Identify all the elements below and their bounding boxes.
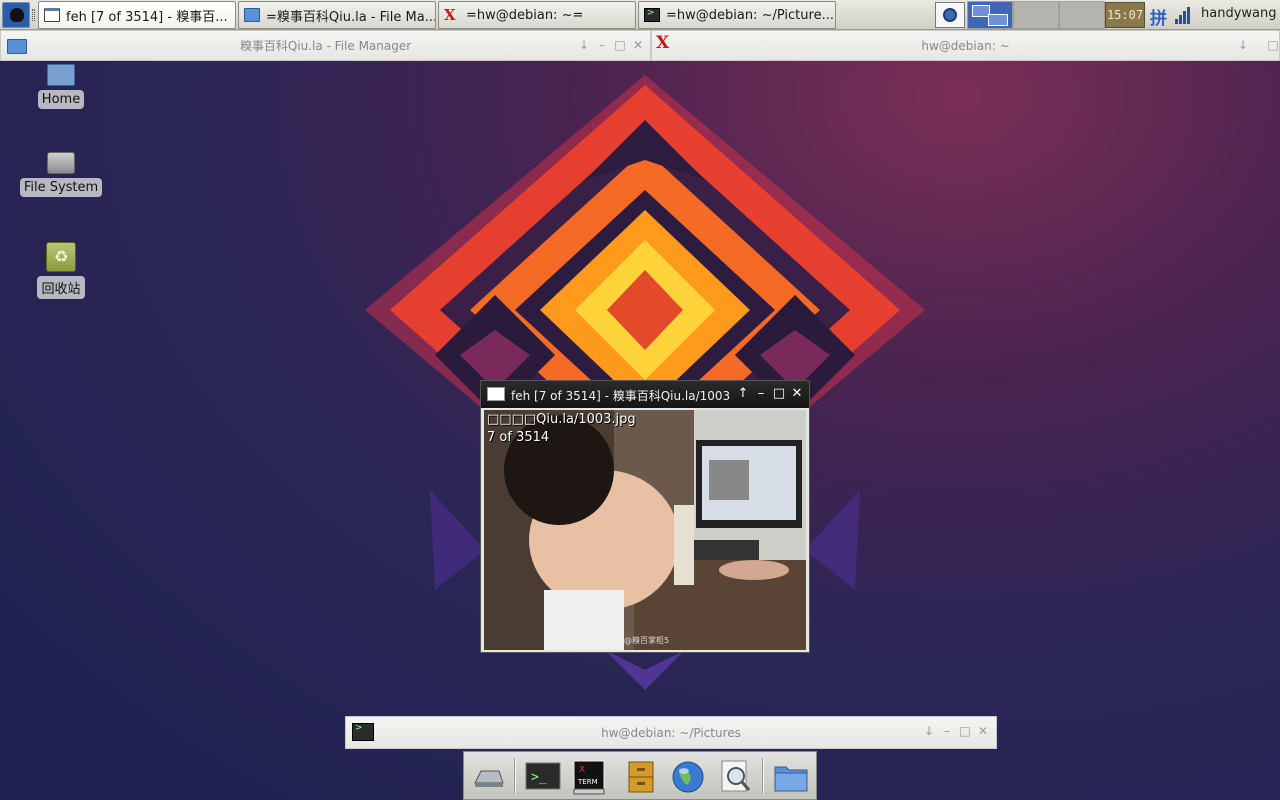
taskbar-item-terminal-pictures[interactable]: =hw@debian: ~/Picture... xyxy=(638,1,836,29)
top-panel: feh [7 of 3514] - 糗事百... =糗事百科Qiu.la - F… xyxy=(0,0,1280,30)
terminal-icon xyxy=(644,8,660,22)
minimize-button-icon[interactable]: – xyxy=(940,724,954,738)
taskbar-item-terminal-home[interactable]: X =hw@debian: ~= xyxy=(438,1,636,29)
terminal-home-titlebar[interactable]: X hw@debian: ~ ↓ □ xyxy=(651,30,1280,61)
desktop-icon-label: 回收站 xyxy=(37,276,85,299)
close-button-icon[interactable]: ✕ xyxy=(631,38,645,52)
file-cabinet-icon[interactable] xyxy=(621,759,659,795)
input-method-indicator[interactable]: 拼 xyxy=(1150,4,1167,29)
taskbar-item-label: feh [7 of 3514] - 糗事百... xyxy=(66,9,228,25)
taskbar-item-label: =糗事百科Qiu.la - File Ma... xyxy=(266,9,435,25)
photo-watermark: @糗百掌柜5 xyxy=(624,635,669,645)
feh-image[interactable]: @糗百掌柜5 □□□□Qiu.la/1003.jpg 7 of 3514 xyxy=(484,410,806,650)
window-title: hw@debian: ~ xyxy=(921,38,1010,53)
window-title: feh [7 of 3514] - 糗事百科Qiu.la/1003.jpg xyxy=(511,389,731,403)
window-title: 糗事百科Qiu.la - File Manager xyxy=(239,39,412,53)
clock[interactable]: 15:07 xyxy=(1105,2,1145,28)
dock-separator xyxy=(514,758,516,794)
desktop-icon-label: File System xyxy=(19,178,103,197)
desktop-icon-file-system[interactable]: File System xyxy=(16,152,106,197)
feh-counter-overlay: 7 of 3514 xyxy=(487,430,550,445)
terminal-icon[interactable]: >_ xyxy=(524,759,562,795)
show-desktop-button[interactable] xyxy=(935,2,965,28)
svg-text:X: X xyxy=(579,765,585,775)
workspace-2[interactable] xyxy=(1013,1,1059,29)
panel-handle[interactable] xyxy=(32,9,35,21)
feh-window[interactable]: feh [7 of 3514] - 糗事百科Qiu.la/1003.jpg ↑ … xyxy=(480,380,810,653)
dock-separator xyxy=(762,758,764,794)
desktop-icon-home[interactable]: Home xyxy=(16,64,106,109)
shade-button-icon[interactable]: ↓ xyxy=(577,38,591,52)
maximize-button-icon[interactable]: □ xyxy=(772,386,786,402)
shade-button-icon[interactable]: ↓ xyxy=(922,724,936,738)
trash-icon xyxy=(46,242,76,272)
network-signal-icon[interactable] xyxy=(1175,6,1193,24)
feh-titlebar[interactable]: feh [7 of 3514] - 糗事百科Qiu.la/1003.jpg ↑ … xyxy=(481,381,809,408)
maximize-button-icon[interactable]: □ xyxy=(1266,38,1280,52)
globe-icon xyxy=(943,8,957,22)
window-title: hw@debian: ~/Pictures xyxy=(601,725,741,740)
taskbar-item-feh[interactable]: feh [7 of 3514] - 糗事百... xyxy=(38,1,236,29)
photo-content: @糗百掌柜5 xyxy=(484,410,806,650)
launcher-dock: >_ X TERM xyxy=(463,751,817,800)
folder-icon xyxy=(244,8,260,22)
desktop-icon-label: Home xyxy=(37,90,85,109)
window-icon xyxy=(487,387,505,401)
desktop-icon-trash[interactable]: 回收站 xyxy=(16,242,106,299)
xterm-icon[interactable]: X TERM xyxy=(570,759,608,795)
feh-filename-overlay: □□□□Qiu.la/1003.jpg xyxy=(487,412,636,427)
web-browser-icon[interactable] xyxy=(669,759,707,795)
workspace-1[interactable] xyxy=(967,1,1013,29)
raise-button-icon[interactable]: ↑ xyxy=(736,386,750,402)
file-manager-titlebar[interactable]: 糗事百科Qiu.la - File Manager ↓ – □ ✕ xyxy=(0,30,651,61)
taskbar-item-file-manager[interactable]: =糗事百科Qiu.la - File Ma... xyxy=(238,1,436,29)
minimize-button-icon[interactable]: – xyxy=(754,386,768,402)
taskbar-item-label: =hw@debian: ~= xyxy=(466,7,584,23)
taskbar-item-label: =hw@debian: ~/Picture... xyxy=(666,7,834,23)
image-viewer-icon[interactable] xyxy=(716,759,754,795)
maximize-button-icon[interactable]: □ xyxy=(613,38,627,52)
maximize-button-icon[interactable]: □ xyxy=(958,724,972,738)
terminal-pictures-titlebar[interactable]: hw@debian: ~/Pictures ↓ – □ ✕ xyxy=(345,716,997,749)
network-drive-icon[interactable] xyxy=(469,759,507,795)
shade-button-icon[interactable]: ↓ xyxy=(1236,38,1250,52)
folder-icon[interactable] xyxy=(772,759,810,795)
xterm-icon: X xyxy=(444,6,456,24)
window-icon xyxy=(44,8,60,22)
workspace-3[interactable] xyxy=(1059,1,1105,29)
close-button-icon[interactable]: ✕ xyxy=(976,724,990,738)
minimize-button-icon[interactable]: – xyxy=(595,38,609,52)
drive-icon xyxy=(47,152,75,174)
username-label[interactable]: handywang xyxy=(1201,6,1276,21)
close-button-icon[interactable]: ✕ xyxy=(790,386,804,402)
home-folder-icon xyxy=(47,64,75,86)
app-menu-icon[interactable] xyxy=(2,2,30,28)
svg-text:>_: >_ xyxy=(531,770,547,785)
svg-text:TERM: TERM xyxy=(577,778,598,786)
workspace-pager[interactable] xyxy=(967,1,1107,29)
